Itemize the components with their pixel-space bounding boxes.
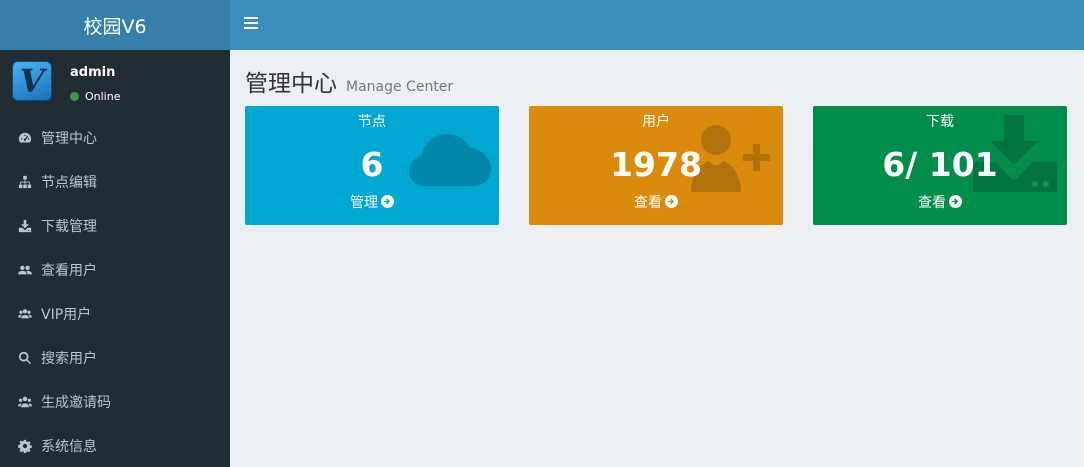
page-heading: 管理中心 Manage Center [245, 64, 453, 98]
sidebar-item-label: 下载管理 [41, 219, 97, 235]
sidebar-item-label: 查看用户 [41, 263, 97, 279]
users-icon [18, 263, 32, 277]
sidebar-item-vip-users[interactable]: VIP用户 [0, 292, 230, 336]
card-label: 节点 [358, 114, 386, 130]
manage-nodes-link[interactable]: 管理 [245, 192, 499, 212]
sidebar: 校园V6 V admin Online 管理中心 节点编辑 下载管理 查看用户 [0, 0, 230, 467]
arrow-circle-right-icon [665, 195, 678, 208]
sidebar-item-view-users[interactable]: 查看用户 [0, 248, 230, 292]
arrow-circle-right-icon [949, 195, 962, 208]
users-stat-card: 用户 1978 查看 [529, 106, 783, 225]
top-header [230, 0, 1084, 50]
vip-users-icon [18, 307, 32, 321]
sidebar-item-download[interactable]: 下载管理 [0, 204, 230, 248]
search-icon [18, 351, 32, 365]
hamburger-icon-bar [244, 27, 258, 29]
sidebar-toggle-button[interactable] [244, 17, 258, 31]
view-users-link[interactable]: 查看 [529, 192, 783, 212]
page-subtitle: Manage Center [346, 79, 454, 95]
card-link-label: 管理 [350, 195, 378, 211]
sidebar-item-label: VIP用户 [41, 307, 92, 323]
sidebar-item-node-edit[interactable]: 节点编辑 [0, 160, 230, 204]
avatar-letter: V [19, 62, 45, 100]
sidebar-item-label: 系统信息 [41, 439, 97, 455]
card-link-label: 查看 [634, 195, 662, 211]
card-value: 1978 [610, 145, 702, 184]
card-value: 6 [360, 145, 384, 184]
hamburger-icon-bar [244, 17, 258, 19]
hamburger-icon-bar [244, 22, 258, 24]
user-panel: V admin Online [0, 50, 230, 116]
dashboard-icon [18, 131, 32, 145]
nodes-stat-card: 节点 6 管理 [245, 106, 499, 225]
card-value: 6/ 101 [882, 145, 998, 184]
sidebar-item-system-info[interactable]: 系统信息 [0, 424, 230, 467]
user-name: admin [70, 65, 116, 80]
user-status: Online [70, 90, 120, 103]
online-status-icon [70, 92, 79, 101]
sidebar-item-label: 生成邀请码 [41, 395, 111, 411]
group-icon [18, 395, 32, 409]
sidebar-item-label: 节点编辑 [41, 175, 97, 191]
view-downloads-link[interactable]: 查看 [813, 192, 1067, 212]
sidebar-item-label: 搜索用户 [41, 351, 97, 367]
sidebar-item-dashboard[interactable]: 管理中心 [0, 116, 230, 160]
download-icon [18, 219, 32, 233]
sidebar-item-invite-code[interactable]: 生成邀请码 [0, 380, 230, 424]
avatar: V [12, 61, 52, 101]
sitemap-icon [18, 175, 32, 189]
gear-icon [18, 439, 32, 453]
downloads-stat-card: 下载 6/ 101 查看 [813, 106, 1067, 225]
card-link-label: 查看 [918, 195, 946, 211]
app-logo[interactable]: 校园V6 [0, 0, 230, 50]
sidebar-item-label: 管理中心 [41, 131, 97, 147]
page-title: 管理中心 [245, 71, 337, 97]
user-status-text: Online [85, 90, 121, 103]
arrow-circle-right-icon [381, 195, 394, 208]
sidebar-item-search-users[interactable]: 搜索用户 [0, 336, 230, 380]
